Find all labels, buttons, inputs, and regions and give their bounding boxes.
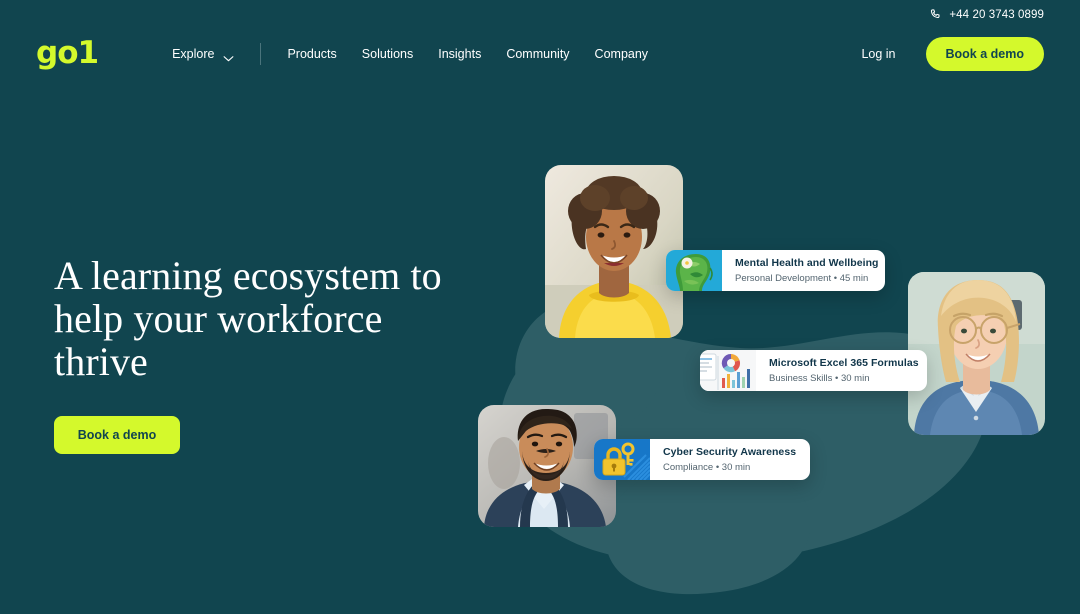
course-card-cyber-security[interactable]: Cyber Security Awareness Compliance • 30…: [594, 439, 810, 480]
course-card-body: Mental Health and Wellbeing Personal Dev…: [722, 250, 885, 291]
course-title: Mental Health and Wellbeing: [735, 256, 879, 269]
course-duration: 30 min: [840, 372, 870, 384]
course-meta: Compliance • 30 min: [663, 462, 796, 474]
course-card-text: Mental Health and Wellbeing Personal Dev…: [735, 257, 879, 285]
course-meta: Personal Development • 45 min: [735, 273, 879, 285]
course-title: Microsoft Excel 365 Formulas: [769, 356, 919, 369]
course-meta-separator: •: [835, 372, 839, 384]
course-card-body: Cyber Security Awareness Compliance • 30…: [650, 439, 810, 480]
landing-page: +44 20 3743 0899 go1 Explore Products So…: [0, 0, 1080, 614]
course-meta: Business Skills • 30 min: [769, 373, 919, 385]
course-duration: 30 min: [721, 461, 751, 473]
photo-woman-yellow-sweater: [545, 165, 683, 338]
course-category: Personal Development: [735, 272, 832, 284]
course-category: Business Skills: [769, 372, 833, 384]
course-card-body: Microsoft Excel 365 Formulas Business Sk…: [756, 350, 927, 391]
course-card-text: Cyber Security Awareness Compliance • 30…: [663, 446, 796, 474]
photo-woman-glasses-denim: [908, 272, 1045, 435]
course-category: Compliance: [663, 461, 714, 473]
course-card-mental-health[interactable]: Mental Health and Wellbeing Personal Dev…: [666, 250, 885, 291]
course-title: Cyber Security Awareness: [663, 445, 797, 458]
green-head-flower-thumbnail: [666, 250, 722, 291]
course-card-excel[interactable]: Microsoft Excel 365 Formulas Business Sk…: [700, 350, 927, 391]
course-meta-separator: •: [833, 272, 838, 284]
course-duration: 45 min: [839, 272, 869, 284]
charts-report-thumbnail: [700, 350, 756, 391]
document-icon[interactable]: [806, 450, 810, 470]
padlock-key-thumbnail: [594, 439, 650, 480]
course-card-text: Microsoft Excel 365 Formulas Business Sk…: [769, 357, 919, 385]
hero-collage: Mental Health and Wellbeing Personal Dev…: [0, 0, 1080, 614]
course-meta-separator: •: [715, 461, 720, 473]
